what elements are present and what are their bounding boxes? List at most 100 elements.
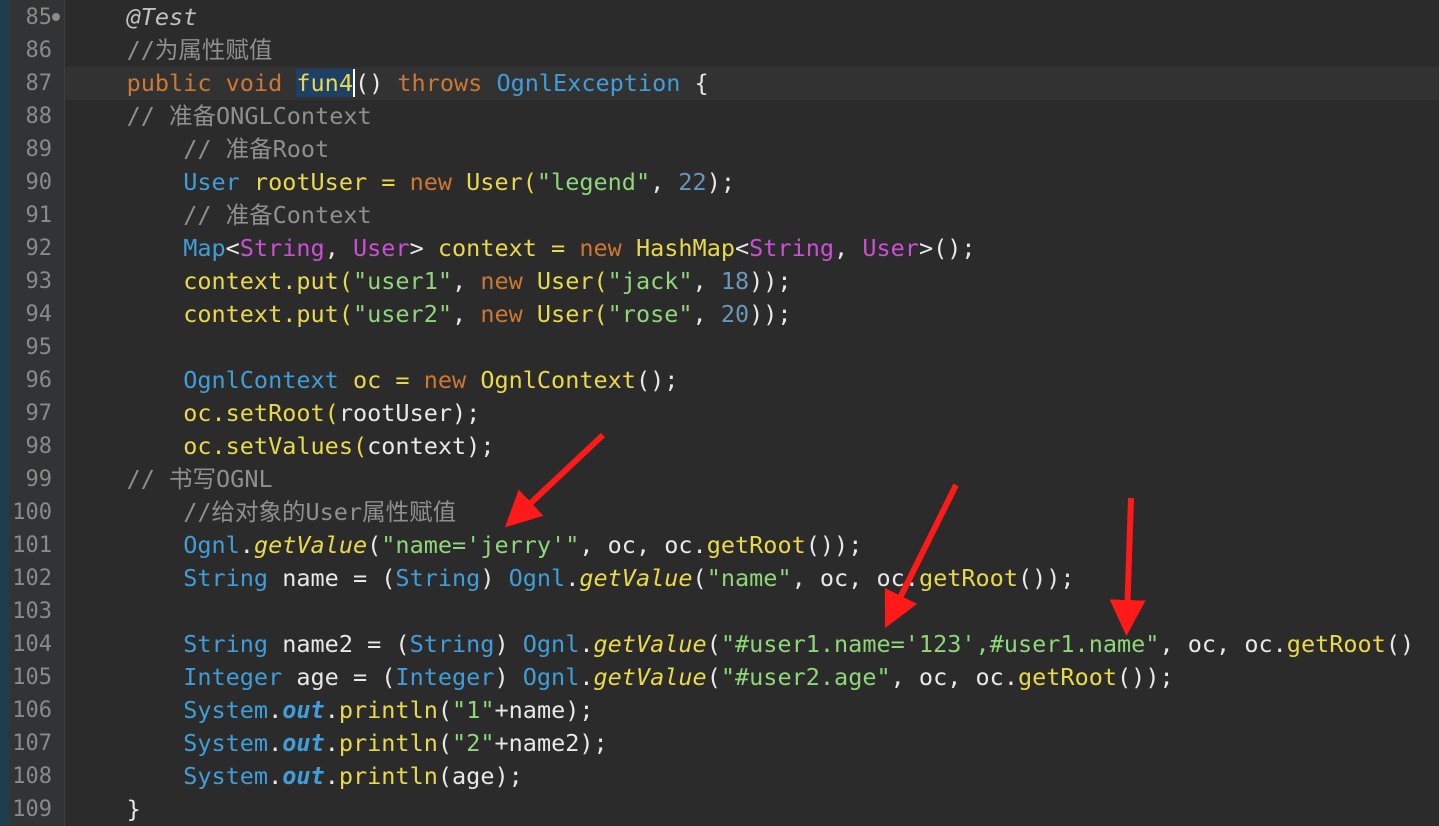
code-line[interactable]: 100 //给对象的User属性赋值 [0, 496, 1439, 529]
code-token: ( [706, 663, 721, 691]
code-token: getValue [253, 531, 368, 559]
code-token: } [70, 795, 141, 823]
code-line[interactable]: 93 context.put("user1", new User("jack",… [0, 265, 1439, 298]
code-token: "legend" [536, 168, 651, 196]
code-token: out [282, 762, 325, 790]
code-editor[interactable]: 85 @Test 86 //为属性赋值 87 public void fun4() … [0, 0, 1439, 826]
code-token: "user1" [352, 267, 453, 295]
code-line[interactable]: 107 System.out.println("2"+name2); [0, 727, 1439, 760]
code-token: 22 [678, 168, 707, 196]
code-line[interactable]: 99 // 书写OGNL [0, 463, 1439, 496]
code-token: new [423, 366, 481, 394]
code-token: System [183, 762, 269, 790]
code-token: , oc, oc. [890, 663, 1018, 691]
line-number: 92 [25, 236, 53, 261]
code-token: println [338, 696, 438, 724]
code-token: context [367, 432, 467, 460]
code-line[interactable]: 109 } [0, 793, 1439, 826]
code-line[interactable]: 88 // 准备ONGLContext [0, 100, 1439, 133]
code-line[interactable]: 101 Ognl.getValue("name='jerry'", oc, oc… [0, 529, 1439, 562]
code-line[interactable]: 108 System.out.println(age); [0, 760, 1439, 793]
code-line[interactable]: 94 context.put("user2", new User("rose",… [0, 298, 1439, 331]
code-token: oc.setValues( [183, 432, 368, 460]
code-token: , [692, 300, 721, 328]
line-number: 91 [25, 203, 53, 228]
line-number: 87 [25, 71, 53, 96]
code-line[interactable]: 103 [0, 595, 1439, 628]
code-token: User [183, 168, 240, 196]
code-line[interactable]: 106 System.out.println("1"+name); [0, 694, 1439, 727]
code-line[interactable]: 85 @Test [0, 1, 1439, 34]
line-number: 105 [12, 665, 52, 690]
code-token: Ognl [522, 663, 580, 691]
code-token: ()); [1017, 564, 1075, 592]
code-token: HashMap [635, 234, 735, 262]
code-token: )); [749, 267, 792, 295]
code-token: ); [452, 399, 481, 427]
code-token: context.put( [183, 300, 353, 328]
fold-marker-icon[interactable] [52, 13, 60, 21]
code-token: out [282, 729, 325, 757]
code-token: getRoot [1017, 663, 1118, 691]
code-line[interactable]: 104 String name2 = (String) Ognl.getValu… [0, 628, 1439, 661]
code-token: User( [466, 168, 537, 196]
code-token: OgnlContext [480, 366, 636, 394]
code-line[interactable]: 96 OgnlContext oc = new OgnlContext(); [0, 364, 1439, 397]
code-token: Map [183, 234, 226, 262]
line-number: 97 [25, 401, 53, 426]
code-line[interactable]: 86 //为属性赋值 [0, 34, 1439, 67]
code-text: OgnlContext oc = new OgnlContext(); [70, 364, 678, 397]
code-token: +name); [494, 696, 594, 724]
code-token: public void [126, 69, 297, 97]
code-token: fun4 [296, 69, 355, 97]
code-token: "user2" [352, 300, 453, 328]
code-line[interactable]: 98 oc.setValues(context); [0, 430, 1439, 463]
code-line[interactable]: 92 Map<String, User> context = new HashM… [0, 232, 1439, 265]
code-token: // 准备Context [183, 201, 372, 229]
code-text: User rootUser = new User("legend", 22); [70, 166, 735, 199]
code-token: String [749, 234, 835, 262]
code-token: throws [383, 69, 497, 97]
code-line[interactable]: 87 public void fun4() throws OgnlExcepti… [0, 67, 1439, 100]
code-line[interactable]: 89 // 准备Root [0, 133, 1439, 166]
code-token: new [409, 168, 467, 196]
code-token: println [338, 729, 438, 757]
line-number: 86 [25, 38, 53, 63]
code-line[interactable]: 91 // 准备Context [0, 199, 1439, 232]
line-number: 93 [25, 269, 53, 294]
code-text: Map<String, User> context = new HashMap<… [70, 232, 975, 265]
code-token: OgnlContext [183, 366, 339, 394]
code-token: "name" [706, 564, 792, 592]
code-token: (age); [437, 762, 523, 790]
code-token: . [579, 630, 594, 658]
code-token: System [183, 729, 269, 757]
code-token: , oc, oc. [1159, 630, 1287, 658]
code-token: Ognl [508, 564, 566, 592]
code-token: "rose" [607, 300, 693, 328]
code-line[interactable]: 102 String name = (String) Ognl.getValue… [0, 562, 1439, 595]
code-token: < [735, 234, 750, 262]
code-line[interactable]: 105 Integer age = (Integer) Ognl.getValu… [0, 661, 1439, 694]
code-token: OgnlException [496, 69, 681, 97]
code-line[interactable]: 97 oc.setRoot(rootUser); [0, 397, 1439, 430]
code-line[interactable]: 90 User rootUser = new User("legend", 22… [0, 166, 1439, 199]
code-token: getValue [579, 564, 693, 592]
code-token: rootUser = [239, 168, 410, 196]
code-token: < [225, 234, 240, 262]
code-token: name = ( [268, 564, 396, 592]
code-token: getRoot [706, 531, 806, 559]
code-token: . [268, 729, 283, 757]
code-line[interactable]: 95 [0, 331, 1439, 364]
code-token: , oc, oc. [791, 564, 919, 592]
